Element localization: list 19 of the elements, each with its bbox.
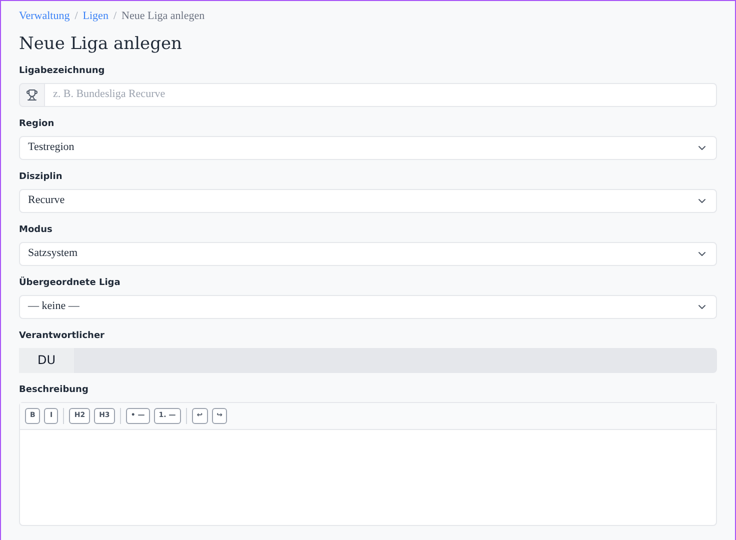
- field-label: Beschreibung: [19, 384, 90, 396]
- select-field[interactable]: Satzsystem: [19, 242, 717, 266]
- breadcrumb-current: Neue Liga anlegen: [122, 9, 205, 24]
- page-title: Neue Liga anlegen: [19, 34, 183, 54]
- select-field[interactable]: — keine —: [19, 294, 717, 318]
- field-label: Region: [19, 118, 56, 130]
- breadcrumb-link[interactable]: Verwaltung: [19, 8, 70, 24]
- field-label: Modus: [19, 224, 54, 236]
- trophy-icon: [26, 88, 38, 100]
- text-field[interactable]: z. B. Bundesliga Recurve: [45, 82, 717, 106]
- field-label: Verantwortlicher: [19, 330, 106, 342]
- field-label: Disziplin: [19, 170, 64, 184]
- initials-chip: DU: [19, 348, 74, 372]
- field-label: Übergeordnete Liga: [19, 276, 122, 290]
- breadcrumb-separator: /: [113, 9, 117, 24]
- select-field[interactable]: Testregion: [19, 136, 717, 160]
- breadcrumb-separator: /: [74, 9, 78, 24]
- field-label: Ligabezeichnung: [19, 64, 106, 78]
- select-field[interactable]: Recurve: [19, 188, 717, 212]
